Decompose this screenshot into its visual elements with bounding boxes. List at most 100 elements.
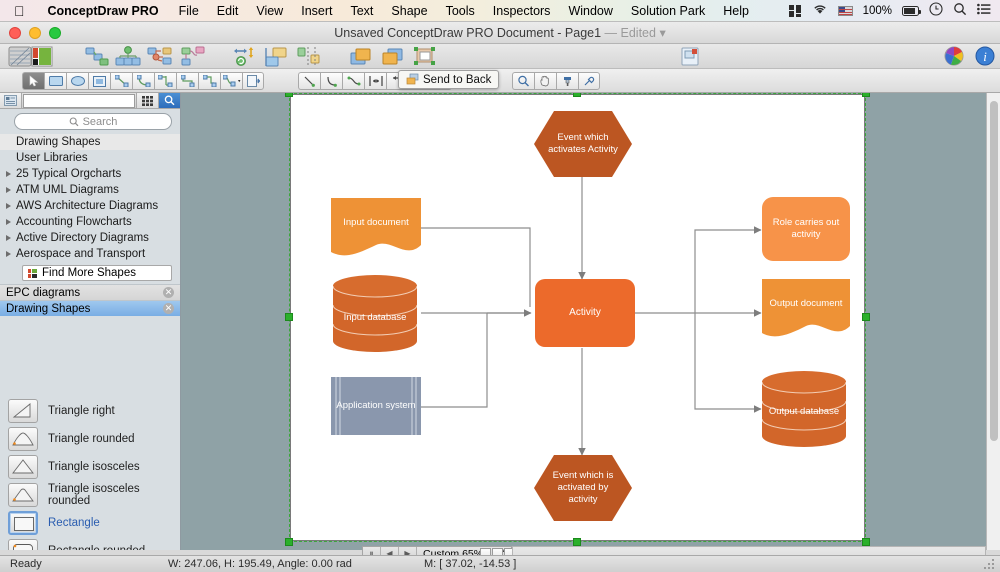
spotlight-search-icon[interactable] — [953, 2, 967, 19]
vertical-scrollbar[interactable] — [986, 93, 1000, 550]
text-box-tool-button[interactable] — [88, 72, 110, 90]
connector-straight-tool-button[interactable] — [110, 72, 132, 90]
grid-view-toolbar-icon[interactable] — [8, 46, 32, 67]
library-item-accounting-flowcharts[interactable]: Accounting Flowcharts — [0, 214, 180, 230]
connect-shapes-toolbar-icon[interactable] — [85, 46, 109, 67]
library-list-view-icon[interactable] — [0, 93, 22, 108]
menu-item-insert[interactable]: Insert — [292, 4, 341, 18]
info-inspector-toolbar-icon[interactable]: i — [974, 46, 998, 67]
menu-item-edit[interactable]: Edit — [208, 4, 248, 18]
disclosure-triangle-icon[interactable] — [6, 187, 11, 193]
apple-menu-icon[interactable]:  — [0, 4, 37, 18]
hand-pan-tool-button[interactable] — [534, 72, 556, 90]
menu-item-view[interactable]: View — [247, 4, 292, 18]
menu-item-text[interactable]: Text — [341, 4, 382, 18]
disclosure-triangle-icon[interactable] — [6, 171, 11, 177]
vertical-scrollbar-thumb[interactable] — [990, 101, 998, 441]
library-item-active-directory-diagrams[interactable]: Active Directory Diagrams — [0, 230, 180, 246]
ellipse-tool-button[interactable] — [66, 72, 88, 90]
menu-item-tools[interactable]: Tools — [437, 4, 484, 18]
close-icon[interactable]: ✕ — [163, 287, 174, 298]
shape-search-input[interactable]: Search — [14, 113, 172, 130]
disclosure-triangle-icon[interactable] — [6, 251, 11, 257]
title-chevron-down-icon[interactable]: ▾ — [659, 26, 665, 40]
format-painter-tool-button[interactable] — [556, 72, 578, 90]
library-item-atm-uml-diagrams[interactable]: ATM UML Diagrams — [0, 182, 180, 198]
diagram-node-output-database[interactable]: Output database — [762, 371, 846, 447]
timemachine-icon[interactable] — [929, 2, 943, 19]
library-item-aerospace-and-transport[interactable]: Aerospace and Transport — [0, 246, 180, 262]
shape-item-rectangle[interactable]: Rectangle — [0, 509, 180, 537]
find-more-shapes-button[interactable]: Find More Shapes — [22, 265, 172, 281]
connector-angled-tool-button[interactable] — [198, 72, 220, 90]
selection-handle-top-center[interactable] — [573, 93, 581, 97]
bezier-tool-button[interactable] — [342, 72, 364, 90]
bring-forward-toolbar-icon[interactable] — [348, 46, 372, 67]
menu-app-name[interactable]: ConceptDraw PRO — [37, 4, 170, 18]
menu-item-shape[interactable]: Shape — [382, 4, 436, 18]
menu-item-inspectors[interactable]: Inspectors — [484, 4, 560, 18]
selection-handle-bottom-left[interactable] — [285, 538, 293, 546]
pointer-tool-button[interactable] — [22, 72, 44, 90]
library-grid-view-icon[interactable] — [136, 93, 158, 108]
notification-center-icon[interactable] — [977, 3, 991, 18]
library-item-user-libraries[interactable]: User Libraries — [0, 150, 180, 166]
connector-elbow-tool-button[interactable] — [176, 72, 198, 90]
shape-item-triangle-rounded[interactable]: Triangle rounded — [0, 425, 180, 453]
resize-grip-icon[interactable] — [984, 559, 996, 572]
selection-handle-middle-right[interactable] — [862, 313, 870, 321]
selection-handle-bottom-right[interactable] — [862, 538, 870, 546]
send-backward-toolbar-icon[interactable] — [380, 46, 404, 67]
document-page[interactable]: Event which activates Activity Input doc… — [291, 95, 864, 540]
menu-item-window[interactable]: Window — [559, 4, 621, 18]
eyedropper-tool-button[interactable] — [578, 72, 600, 90]
diagram-node-output-document[interactable]: Output document — [762, 279, 850, 339]
connector-routing-tool-button[interactable] — [220, 72, 242, 90]
shape-item-triangle-right[interactable]: Triangle right — [0, 397, 180, 425]
diagram-node-input-document[interactable]: Input document — [331, 198, 421, 258]
line-tool-button[interactable] — [298, 72, 320, 90]
sidebar-path-field[interactable] — [23, 94, 135, 108]
connector-tree-tool-button[interactable] — [154, 72, 176, 90]
arc-tool-button[interactable] — [320, 72, 342, 90]
library-tab-drawing-shapes[interactable]: Drawing Shapes ✕ — [0, 300, 180, 316]
tree-layout-toolbar-icon[interactable] — [115, 46, 139, 67]
diagram-node-event-start[interactable]: Event which activates Activity — [534, 111, 632, 177]
library-item-aws-architecture-diagrams[interactable]: AWS Architecture Diagrams — [0, 198, 180, 214]
distribute-toolbar-icon[interactable] — [296, 46, 320, 67]
disclosure-triangle-icon[interactable] — [6, 235, 11, 241]
shape-item-rectangle-rounded[interactable]: Rectangle rounded — [0, 537, 180, 550]
library-item-25-typical-orgcharts[interactable]: 25 Typical Orgcharts — [0, 166, 180, 182]
library-search-icon[interactable] — [158, 93, 180, 108]
close-icon[interactable]: ✕ — [163, 303, 174, 314]
insert-object-toolbar-icon[interactable] — [678, 46, 702, 67]
diagram-node-event-end[interactable]: Event which is activated by activity — [534, 455, 632, 521]
diagram-node-role[interactable]: Role carries out activity — [762, 197, 850, 261]
selection-handle-top-left[interactable] — [285, 93, 293, 97]
menu-item-file[interactable]: File — [170, 4, 208, 18]
grid-icon[interactable] — [789, 5, 802, 17]
diagram-node-application-system[interactable]: Application system — [331, 377, 421, 435]
align-left-toolbar-icon[interactable] — [264, 46, 288, 67]
radial-layout-toolbar-icon[interactable] — [147, 46, 171, 67]
rotate-flip-toolbar-icon[interactable] — [232, 46, 256, 67]
menu-item-solution-park[interactable]: Solution Park — [622, 4, 714, 18]
wifi-icon[interactable] — [812, 3, 828, 18]
disclosure-triangle-icon[interactable] — [6, 219, 11, 225]
selection-handle-top-right[interactable] — [862, 93, 870, 97]
menu-item-help[interactable]: Help — [714, 4, 758, 18]
battery-icon[interactable] — [902, 6, 919, 16]
connector-curved-tool-button[interactable] — [132, 72, 154, 90]
diagram-node-input-database[interactable]: Input database — [333, 275, 417, 352]
flag-icon[interactable] — [838, 6, 853, 16]
diagram-node-activity[interactable]: Activity — [535, 279, 635, 347]
selection-handle-bottom-center[interactable] — [573, 538, 581, 546]
selection-handle-middle-left[interactable] — [285, 313, 293, 321]
library-item-drawing-shapes[interactable]: Drawing Shapes — [0, 134, 180, 150]
network-layout-toolbar-icon[interactable] — [180, 46, 204, 67]
align-horizontal-button[interactable] — [364, 72, 386, 90]
group-shapes-toolbar-icon[interactable] — [412, 46, 436, 67]
color-palette-toolbar-icon[interactable] — [30, 46, 54, 67]
hyperlink-tool-button[interactable] — [242, 72, 264, 90]
zoom-tool-button[interactable] — [512, 72, 534, 90]
